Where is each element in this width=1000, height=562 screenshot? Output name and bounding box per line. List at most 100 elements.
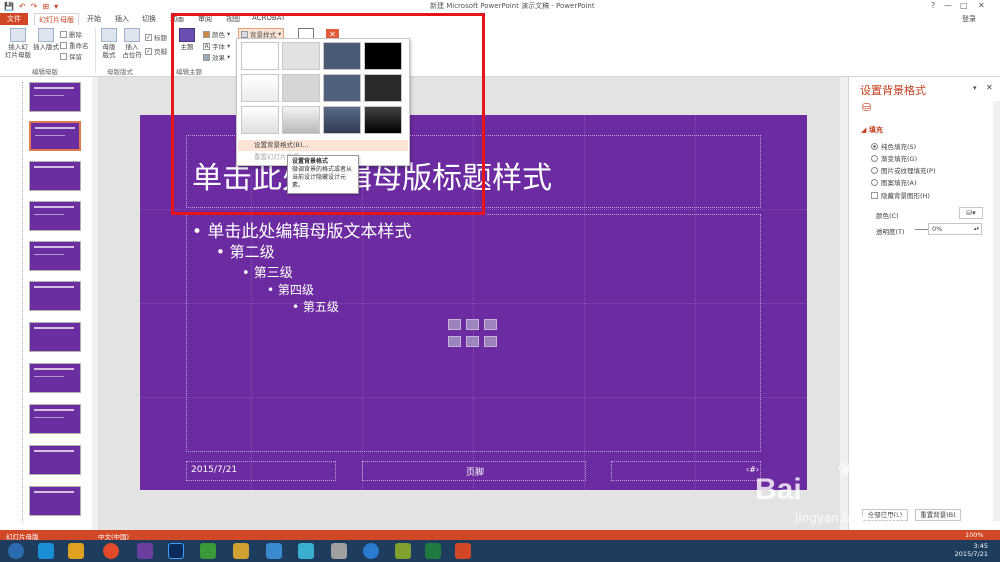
undo-icon[interactable]: ↶ (19, 2, 26, 11)
insert-table-icon[interactable] (448, 319, 461, 330)
preserve-button[interactable]: 保留 (60, 51, 82, 61)
tab-home[interactable]: 开始 (83, 13, 105, 25)
insert-slide-master-button[interactable]: 插入幻 灯片母版 (3, 28, 33, 59)
title-bar: 💾 ↶ ↷ ⊞ ▾ 新建 Microsoft PowerPoint 演示文稿 -… (0, 0, 1000, 12)
thumbnail-layout[interactable] (29, 404, 81, 434)
picture-fill-option[interactable]: 图片或纹理填充(P) (871, 165, 936, 175)
thumbnail-layout[interactable] (29, 363, 81, 393)
thumbnail-master[interactable] (29, 82, 81, 112)
app-icon[interactable] (233, 543, 249, 559)
insert-chart-icon[interactable] (466, 319, 479, 330)
checkbox-icon (871, 191, 878, 199)
pane-title: 设置背景格式 (860, 84, 926, 97)
minimize-button[interactable]: — (944, 1, 952, 10)
thumbnail-layout[interactable] (29, 445, 81, 475)
body-level-1: • 单击此处编辑母版文本样式 (192, 222, 412, 242)
thumbnail-layout[interactable] (29, 201, 81, 231)
chrome-icon[interactable] (103, 543, 119, 559)
app-icon[interactable] (395, 543, 411, 559)
tab-insert[interactable]: 插入 (111, 13, 133, 25)
media-player-icon[interactable] (68, 543, 84, 559)
gradient-fill-option[interactable]: 渐变填充(G) (871, 153, 917, 163)
radio-selected-icon (871, 142, 878, 150)
pattern-fill-option[interactable]: 图案填充(A) (871, 177, 917, 187)
visual-studio-icon[interactable] (137, 543, 153, 559)
quick-access-toolbar: 💾 ↶ ↷ ⊞ ▾ (4, 1, 58, 11)
powerpoint-icon[interactable] (455, 543, 471, 559)
insert-picture-icon[interactable] (448, 336, 461, 347)
pane-options-icon[interactable]: ▾ (973, 84, 977, 92)
fill-bucket-icon[interactable]: ⛁ (862, 101, 871, 114)
insert-video-icon[interactable] (484, 336, 497, 347)
thumbnail-layout[interactable] (29, 486, 81, 516)
qat-customize-icon[interactable]: ▾ (54, 2, 58, 11)
window-title: 新建 Microsoft PowerPoint 演示文稿 - PowerPoin… (430, 2, 595, 10)
app-icon[interactable] (331, 543, 347, 559)
highlight-annotation-box (171, 13, 485, 215)
slide-number-placeholder[interactable] (611, 461, 761, 481)
tab-slide-master[interactable]: 幻灯片母版 (34, 13, 79, 25)
solid-fill-option[interactable]: 纯色填充(S) (871, 141, 916, 151)
title-checkbox[interactable]: ✓ 标题 (145, 32, 167, 42)
app-icon[interactable] (266, 543, 282, 559)
slide-master-icon (10, 28, 26, 42)
radio-icon (871, 166, 878, 174)
restore-button[interactable]: □ (960, 1, 968, 10)
rename-button[interactable]: 重命名 (60, 40, 89, 50)
insert-online-picture-icon[interactable] (466, 336, 479, 347)
thumbnail-layout[interactable] (29, 241, 81, 271)
insert-smartart-icon[interactable] (484, 319, 497, 330)
transparency-label: 透明度(T) (876, 228, 905, 236)
master-layout-button[interactable]: 母版 版式 (98, 28, 120, 59)
watermark-brand-cn: 经验 (863, 483, 911, 511)
system-clock[interactable]: 3:45 2015/7/21 (955, 542, 988, 558)
color-picker-button[interactable]: ⛁▾ (959, 207, 983, 219)
radio-icon (871, 154, 878, 162)
photoshop-icon[interactable] (168, 543, 184, 559)
preserve-icon (60, 52, 67, 60)
close-window-button[interactable]: ✕ (978, 1, 985, 10)
help-icon[interactable]: ? (931, 1, 935, 10)
ribbon: 插入幻 灯片母版 插入版式 删除 重命名 保留 编辑母版 母版 版式 插入 占位… (0, 25, 1000, 77)
body-level-2: • 第二级 (216, 243, 275, 261)
app-icon[interactable] (298, 543, 314, 559)
body-level-3: • 第三级 (242, 266, 293, 281)
ribbon-divider (95, 28, 96, 73)
excel-icon[interactable] (425, 543, 441, 559)
checkmark-icon: ✓ (145, 47, 152, 55)
ie-icon[interactable] (38, 543, 54, 559)
paw-logo-icon: ❀ (837, 457, 855, 481)
ribbon-tabs: 文件 幻灯片母版 开始 插入 切换 动画 审阅 视图 ACROBAT 登录 (0, 12, 1000, 25)
footer-text: 页脚 (466, 468, 485, 478)
thumbnail-layout[interactable] (29, 161, 81, 191)
thumbnail-layout[interactable] (29, 281, 81, 311)
tab-file[interactable]: 文件 (0, 13, 28, 25)
pane-close-button[interactable]: ✕ (986, 83, 993, 92)
hide-background-graphics-checkbox[interactable]: 隐藏背景图形(H) (871, 190, 930, 200)
windows-taskbar: 3:45 2015/7/21 (0, 540, 1000, 562)
delete-icon (60, 30, 67, 38)
spinner-icon[interactable]: ▴▾ (974, 224, 981, 234)
transparency-slider[interactable] (915, 229, 928, 230)
fill-section-header[interactable]: ◢ 填充 (861, 125, 883, 135)
present-icon[interactable]: ⊞ (42, 2, 49, 11)
group-label-master-layout: 母版版式 (107, 68, 133, 76)
insert-layout-button[interactable]: 插入版式 (32, 28, 60, 51)
master-layout-icon (101, 28, 117, 42)
rename-icon (60, 41, 67, 49)
insert-placeholder-button[interactable]: 插入 占位符 (120, 28, 144, 59)
tab-transitions[interactable]: 切换 (138, 13, 160, 25)
sign-in-link[interactable]: 登录 (958, 13, 980, 25)
body-level-4: • 第四级 (267, 283, 314, 297)
transparency-input[interactable]: 0% ▴▾ (928, 223, 982, 235)
body-level-5: • 第五级 (292, 300, 339, 314)
redo-icon[interactable]: ↷ (31, 2, 38, 11)
app-icon[interactable] (363, 543, 379, 559)
app-icon[interactable] (200, 543, 216, 559)
start-button-icon[interactable] (8, 543, 24, 559)
thumbnail-layout-selected[interactable] (29, 121, 81, 151)
save-icon[interactable]: 💾 (4, 2, 14, 11)
thumbnail-layout[interactable] (29, 322, 81, 352)
delete-button[interactable]: 删除 (60, 29, 82, 39)
footer-checkbox[interactable]: ✓ 页脚 (145, 46, 167, 56)
